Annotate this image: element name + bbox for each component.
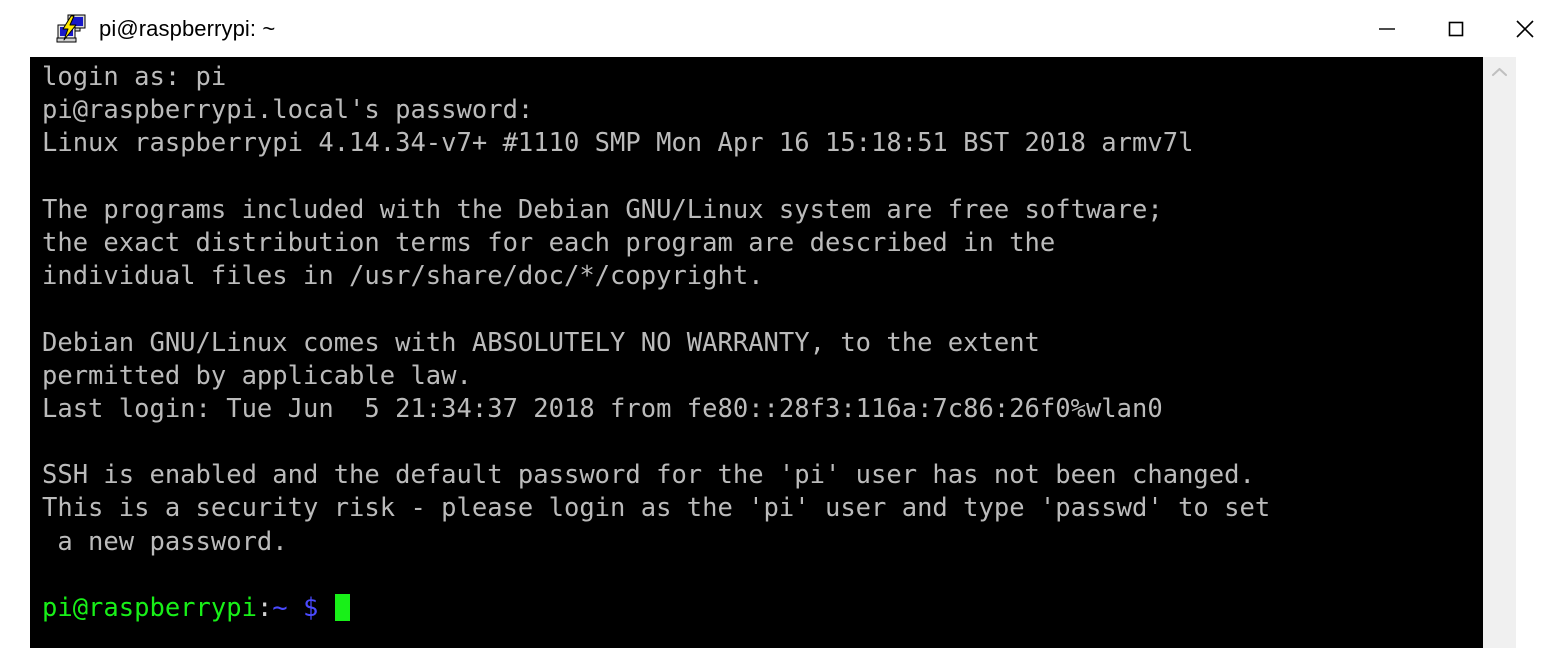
window-title: pi@raspberrypi: ~ [99,15,276,41]
terminal-line: Debian GNU/Linux comes with ABSOLUTELY N… [42,327,1040,358]
prompt-user-host: pi@raspberrypi [42,593,257,623]
terminal-line: SSH is enabled and the default password … [42,460,1255,491]
terminal-line: pi@raspberrypi.local's password: [42,95,534,126]
terminal-prompt-line: pi@raspberrypi:~ $ [42,592,1483,625]
terminal-line: Last login: Tue Jun 5 21:34:37 2018 from… [42,393,1163,424]
prompt-separator: : [256,593,273,623]
chevron-up-icon [1491,67,1508,76]
putty-terminal-icon [55,13,87,45]
terminal-line: Linux raspberrypi 4.14.34-v7+ #1110 SMP … [42,128,1194,159]
terminal-scrollbar[interactable] [1483,57,1516,648]
terminal-line: login as: pi [42,62,227,92]
terminal-line: individual files in /usr/share/doc/*/cop… [42,261,764,292]
putty-window: pi@raspberrypi: ~ login as: pi pi@raspbe… [0,0,1559,648]
maximize-icon [1448,21,1463,36]
close-button[interactable] [1490,0,1559,57]
window-titlebar[interactable]: pi@raspberrypi: ~ [0,0,1559,57]
terminal-cursor [334,594,350,621]
maximize-button[interactable] [1421,0,1490,57]
terminal-screen[interactable]: login as: pi pi@raspberrypi.local's pass… [30,57,1483,648]
terminal-line: permitted by applicable law. [42,360,472,391]
terminal-window: login as: pi pi@raspberrypi.local's pass… [30,57,1516,648]
close-icon [1515,19,1534,38]
terminal-line: The programs included with the Debian GN… [42,194,1163,225]
prompt-path: ~ [272,593,288,623]
terminal-line: the exact distribution terms for each pr… [42,227,1056,258]
terminal-line: This is a security risk - please login a… [42,493,1271,524]
terminal-output: login as: pi pi@raspberrypi.local's pass… [42,61,1483,625]
terminal-line: a new password. [42,526,288,557]
minimize-button[interactable] [1352,0,1421,57]
window-controls [1352,0,1559,57]
prompt-symbol: $ [303,593,319,623]
prompt-space-2 [318,593,333,623]
scroll-up-button[interactable] [1483,57,1516,87]
titlebar-identity: pi@raspberrypi: ~ [55,0,275,57]
minimize-icon [1378,27,1395,30]
